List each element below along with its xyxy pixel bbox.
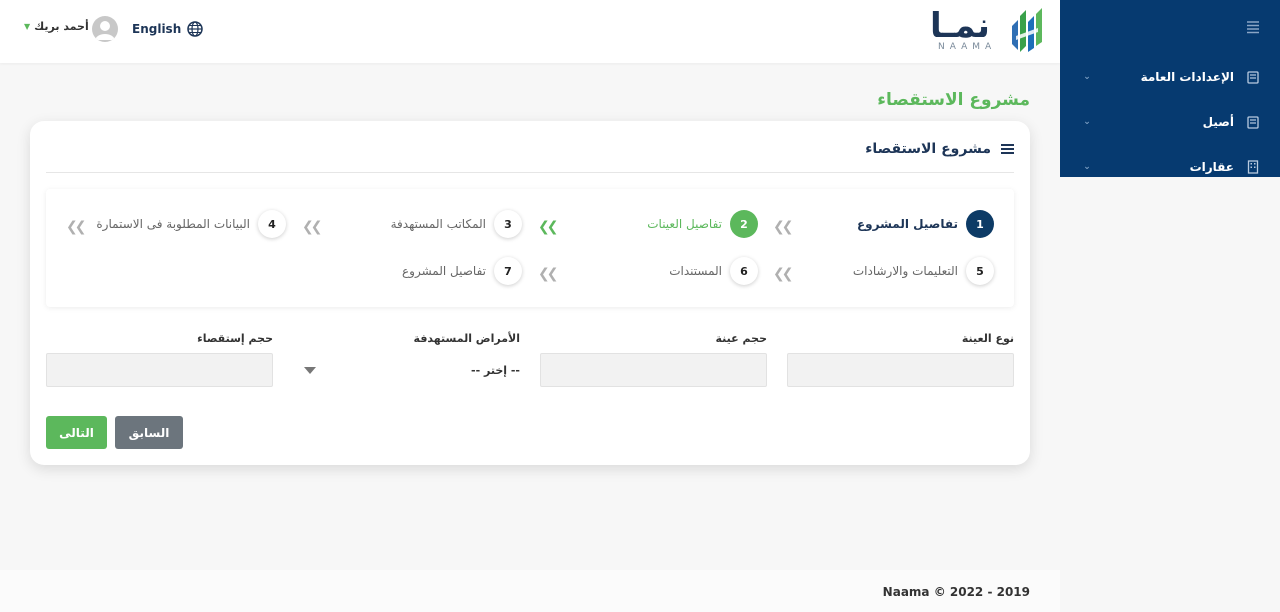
- double-chevron-left-icon: ❮❮: [302, 219, 323, 235]
- step-6[interactable]: 6 المستندات: [669, 257, 758, 285]
- copyright-text: Naama © 2022 - 2019: [882, 585, 1030, 599]
- double-chevron-left-icon: ❮❮: [66, 219, 87, 235]
- book-icon: [1246, 115, 1260, 129]
- naama-logo[interactable]: نمـا NAAMA: [930, 6, 1048, 56]
- survey-size-input[interactable]: [46, 353, 273, 387]
- sample-type-input[interactable]: [787, 353, 1014, 387]
- sidebar-item-label: الإعدادات العامة: [1140, 70, 1234, 84]
- step-number: 5: [966, 257, 994, 285]
- step-number: 1: [966, 210, 994, 238]
- sidebar-item-label: أصيل: [1202, 115, 1234, 129]
- step-number: 2: [730, 210, 758, 238]
- next-button[interactable]: التالى: [46, 416, 107, 449]
- step-number: 6: [730, 257, 758, 285]
- page-title: مشروع الاستقصاء: [877, 90, 1030, 110]
- card-header: مشروع الاستقصاء: [865, 141, 1014, 157]
- user-avatar-icon: [95, 21, 115, 40]
- double-chevron-left-icon: ❮❮: [538, 219, 559, 235]
- prev-button[interactable]: السابق: [115, 416, 183, 449]
- list-icon: [1001, 144, 1014, 154]
- sidebar-item-label: عقارات: [1189, 160, 1234, 174]
- step-number: 7: [494, 257, 522, 285]
- chevron-down-icon: ⌄: [1083, 72, 1091, 82]
- chevron-down-icon: ⌄: [1083, 162, 1091, 172]
- double-chevron-left-icon: ❮❮: [773, 266, 794, 282]
- double-chevron-left-icon: ❮❮: [538, 266, 559, 282]
- building-icon: [1246, 160, 1260, 174]
- book-icon: [1246, 70, 1260, 84]
- menu-icon[interactable]: [1246, 20, 1260, 34]
- step-1[interactable]: 1 تفاصيل المشروع: [857, 210, 994, 238]
- sample-size-label: حجم عينة: [715, 332, 767, 345]
- step-label: المستندات: [669, 264, 722, 278]
- diseases-select[interactable]: -- إختر --: [300, 353, 520, 387]
- step-7[interactable]: 7 تفاصيل المشروع: [402, 257, 522, 285]
- language-switch[interactable]: English: [132, 21, 203, 37]
- logo-subtext: NAAMA: [938, 42, 997, 52]
- step-label: التعليمات والارشادات: [852, 264, 958, 278]
- sample-size-input[interactable]: [540, 353, 767, 387]
- step-label: تفاصيل المشروع: [856, 217, 958, 231]
- step-4[interactable]: 4 البيانات المطلوبة فى الاستمارة: [96, 210, 286, 238]
- language-label: English: [132, 22, 182, 36]
- logo-text: نمـا: [930, 6, 990, 46]
- wizard-stepper: 1 تفاصيل المشروع ❮❮ 2 تفاصيل العينات ❮❮ …: [46, 189, 1014, 307]
- step-5[interactable]: 5 التعليمات والارشادات: [853, 257, 994, 285]
- user-name: أحمد بريك: [34, 20, 89, 33]
- avatar[interactable]: [92, 16, 118, 42]
- chevron-down-icon: ⌄: [1083, 117, 1091, 127]
- globe-icon: [187, 21, 203, 37]
- step-number: 4: [258, 210, 286, 238]
- double-chevron-left-icon: ❮❮: [773, 219, 794, 235]
- sidebar: الإعدادات العامة ⌄ أصيل ⌄ عقارات ⌄: [1060, 0, 1280, 177]
- sidebar-item-aseel[interactable]: أصيل ⌄: [1060, 107, 1280, 137]
- footer: Naama © 2022 - 2019: [0, 570, 1060, 612]
- project-card: مشروع الاستقصاء 1 تفاصيل المشروع ❮❮ 2 تف…: [30, 121, 1030, 465]
- step-3[interactable]: 3 المكاتب المستهدفة: [391, 210, 522, 238]
- dropdown-arrow-icon: [304, 366, 316, 374]
- top-header: نمـا NAAMA English أحمد بريك ▼: [0, 0, 1060, 63]
- card-title: مشروع الاستقصاء: [865, 141, 991, 157]
- divider: [46, 172, 1014, 173]
- sample-type-label: نوع العينة: [961, 332, 1014, 345]
- survey-size-label: حجم إستقصاء: [197, 332, 273, 345]
- step-2[interactable]: 2 تفاصيل العينات: [647, 210, 758, 238]
- logo-mark-icon: [1012, 8, 1042, 52]
- diseases-selected-value: -- إختر --: [471, 363, 520, 377]
- diseases-label: الأمراض المستهدفة: [413, 332, 520, 345]
- sidebar-item-real-estate[interactable]: عقارات ⌄: [1060, 152, 1280, 177]
- step-label: المكاتب المستهدفة: [390, 217, 486, 231]
- step-label: تفاصيل المشروع: [402, 264, 486, 278]
- user-menu[interactable]: أحمد بريك ▼: [24, 20, 89, 33]
- step-number: 3: [494, 210, 522, 238]
- caret-down-icon: ▼: [24, 22, 31, 31]
- step-label: تفاصيل العينات: [647, 217, 722, 231]
- step-label: البيانات المطلوبة فى الاستمارة: [96, 217, 250, 231]
- sidebar-item-general-settings[interactable]: الإعدادات العامة ⌄: [1060, 62, 1280, 92]
